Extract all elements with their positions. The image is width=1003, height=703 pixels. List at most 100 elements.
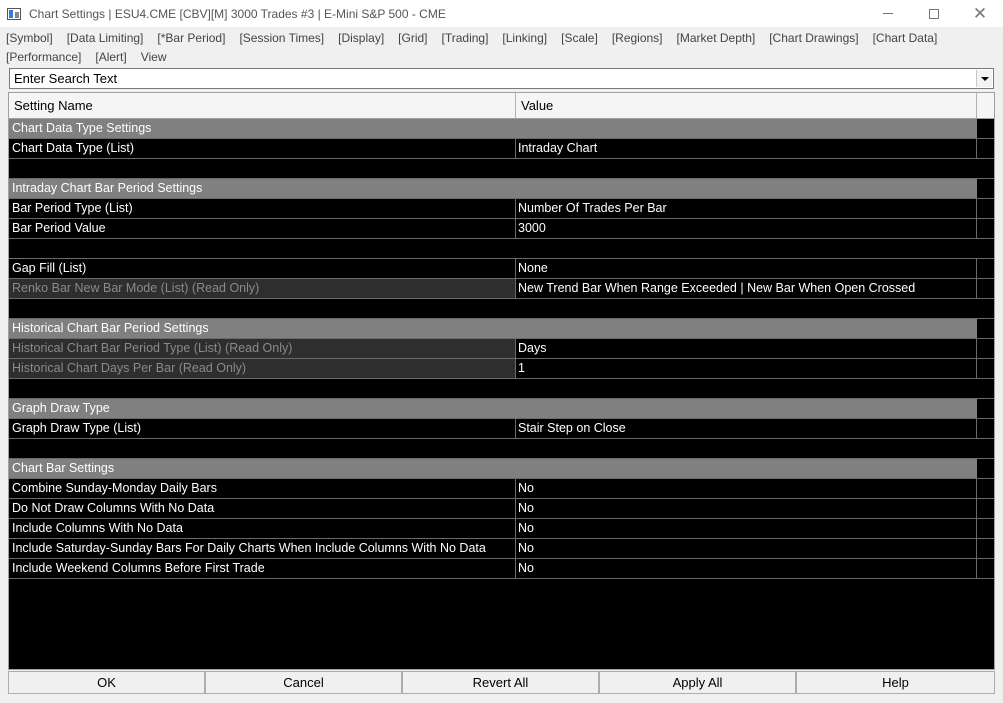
- tab-market-depth[interactable]: [Market Depth]: [677, 29, 756, 47]
- setting-extra-cell: [977, 559, 994, 578]
- tab-menu-row-1: [Symbol] [Data Limiting] [*Bar Period] [Ses…: [6, 29, 951, 49]
- tab-trading[interactable]: [Trading]: [442, 29, 489, 47]
- tab-chart-data[interactable]: [Chart Data]: [873, 29, 938, 47]
- search-dropdown-button[interactable]: [976, 70, 992, 87]
- setting-value-cell[interactable]: No: [516, 499, 977, 518]
- section-row[interactable]: Chart Data Type Settings: [9, 119, 994, 139]
- setting-extra-cell: [977, 519, 994, 538]
- setting-extra-cell: [977, 539, 994, 558]
- setting-value-cell[interactable]: Intraday Chart: [516, 139, 977, 158]
- settings-tab-menu: [Symbol] [Data Limiting] [*Bar Period] [Ses…: [0, 27, 1003, 67]
- revert-all-button[interactable]: Revert All: [402, 671, 599, 694]
- setting-row[interactable]: Historical Chart Bar Period Type (List) …: [9, 339, 994, 359]
- minimize-button[interactable]: [865, 0, 911, 27]
- blank-row: [9, 439, 994, 459]
- setting-value-cell: 1: [516, 359, 977, 378]
- setting-row[interactable]: Combine Sunday-Monday Daily Bars No: [9, 479, 994, 499]
- section-title: Chart Data Type Settings: [9, 119, 977, 138]
- setting-row[interactable]: Historical Chart Days Per Bar (Read Only…: [9, 359, 994, 379]
- setting-extra-cell: [977, 499, 994, 518]
- setting-value-cell[interactable]: None: [516, 259, 977, 278]
- tab-grid[interactable]: [Grid]: [398, 29, 427, 47]
- section-title: Graph Draw Type: [9, 399, 977, 418]
- setting-extra-cell: [977, 479, 994, 498]
- maximize-icon: [929, 8, 939, 19]
- maximize-button[interactable]: [911, 0, 957, 27]
- tab-regions[interactable]: [Regions]: [612, 29, 663, 47]
- setting-name-cell: Include Columns With No Data: [9, 519, 516, 538]
- setting-value-cell[interactable]: No: [516, 479, 977, 498]
- section-row[interactable]: Intraday Chart Bar Period Settings: [9, 179, 994, 199]
- setting-name-cell: Gap Fill (List): [9, 259, 516, 278]
- grid-rows: Chart Data Type Settings Chart Data Type …: [9, 119, 994, 579]
- setting-name-cell: Do Not Draw Columns With No Data: [9, 499, 516, 518]
- setting-name-cell: Bar Period Type (List): [9, 199, 516, 218]
- column-header-value[interactable]: Value: [516, 93, 977, 118]
- setting-name-cell: Bar Period Value: [9, 219, 516, 238]
- close-icon: ✕: [972, 4, 988, 23]
- setting-row[interactable]: Include Weekend Columns Before First Tra…: [9, 559, 994, 579]
- setting-row[interactable]: Include Saturday-Sunday Bars For Daily C…: [9, 539, 994, 559]
- close-button[interactable]: ✕: [957, 0, 1003, 27]
- setting-row[interactable]: Include Columns With No Data No: [9, 519, 994, 539]
- setting-value-cell[interactable]: 3000: [516, 219, 977, 238]
- section-row[interactable]: Chart Bar Settings: [9, 459, 994, 479]
- column-header-setting-name[interactable]: Setting Name: [9, 93, 516, 118]
- blank-row: [9, 159, 994, 179]
- tab-symbol[interactable]: [Symbol]: [6, 29, 53, 47]
- window-title: Chart Settings | ESU4.CME [CBV][M] 3000 …: [29, 6, 446, 21]
- setting-row[interactable]: Renko Bar New Bar Mode (List) (Read Only…: [9, 279, 994, 299]
- dialog-buttons: OK Cancel Revert All Apply All Help: [8, 671, 995, 694]
- setting-value-cell[interactable]: Stair Step on Close: [516, 419, 977, 438]
- search-input[interactable]: Enter Search Text: [14, 71, 117, 86]
- setting-value-cell: New Trend Bar When Range Exceeded | New …: [516, 279, 977, 298]
- section-title: Chart Bar Settings: [9, 459, 977, 478]
- tab-bar-period[interactable]: [*Bar Period]: [157, 29, 225, 47]
- setting-value-cell[interactable]: No: [516, 519, 977, 538]
- section-title: Intraday Chart Bar Period Settings: [9, 179, 977, 198]
- setting-row[interactable]: Do Not Draw Columns With No Data No: [9, 499, 994, 519]
- setting-extra-cell: [977, 339, 994, 358]
- setting-row[interactable]: Gap Fill (List) None: [9, 259, 994, 279]
- setting-row[interactable]: Bar Period Type (List) Number Of Trades P…: [9, 199, 994, 219]
- setting-extra-cell: [977, 419, 994, 438]
- tab-session-times[interactable]: [Session Times]: [239, 29, 324, 47]
- settings-grid: Setting Name Value Chart Data Type Setti…: [8, 92, 995, 670]
- blank-row: [9, 299, 994, 319]
- tab-view[interactable]: View: [141, 48, 167, 66]
- section-row[interactable]: Graph Draw Type: [9, 399, 994, 419]
- blank-row: [9, 379, 994, 399]
- setting-name-cell: Chart Data Type (List): [9, 139, 516, 158]
- setting-value-cell[interactable]: No: [516, 539, 977, 558]
- section-row[interactable]: Historical Chart Bar Period Settings: [9, 319, 994, 339]
- setting-value-cell: Days: [516, 339, 977, 358]
- chevron-down-icon: [980, 76, 989, 81]
- app-icon: [7, 7, 21, 20]
- setting-row[interactable]: Graph Draw Type (List) Stair Step on Clos…: [9, 419, 994, 439]
- cancel-button[interactable]: Cancel: [205, 671, 402, 694]
- setting-value-cell[interactable]: No: [516, 559, 977, 578]
- tab-menu-row-2: [Performance] [Alert] View: [6, 48, 181, 68]
- setting-row[interactable]: Chart Data Type (List) Intraday Chart: [9, 139, 994, 159]
- tab-display[interactable]: [Display]: [338, 29, 384, 47]
- help-button[interactable]: Help: [796, 671, 995, 694]
- tab-linking[interactable]: [Linking]: [502, 29, 547, 47]
- setting-value-cell[interactable]: Number Of Trades Per Bar: [516, 199, 977, 218]
- tab-performance[interactable]: [Performance]: [6, 48, 81, 66]
- tab-alert[interactable]: [Alert]: [95, 48, 126, 66]
- tab-data-limiting[interactable]: [Data Limiting]: [67, 29, 144, 47]
- setting-name-cell: Include Saturday-Sunday Bars For Daily C…: [9, 539, 516, 558]
- setting-name-cell: Combine Sunday-Monday Daily Bars: [9, 479, 516, 498]
- setting-extra-cell: [977, 359, 994, 378]
- setting-name-cell: Renko Bar New Bar Mode (List) (Read Only…: [9, 279, 516, 298]
- setting-extra-cell: [977, 199, 994, 218]
- tab-scale[interactable]: [Scale]: [561, 29, 598, 47]
- ok-button[interactable]: OK: [8, 671, 205, 694]
- setting-name-cell: Historical Chart Bar Period Type (List) …: [9, 339, 516, 358]
- grid-header: Setting Name Value: [9, 93, 994, 119]
- section-title: Historical Chart Bar Period Settings: [9, 319, 977, 338]
- search-combobox[interactable]: Enter Search Text: [9, 68, 994, 89]
- tab-chart-drawings[interactable]: [Chart Drawings]: [769, 29, 858, 47]
- setting-row[interactable]: Bar Period Value 3000: [9, 219, 994, 239]
- apply-all-button[interactable]: Apply All: [599, 671, 796, 694]
